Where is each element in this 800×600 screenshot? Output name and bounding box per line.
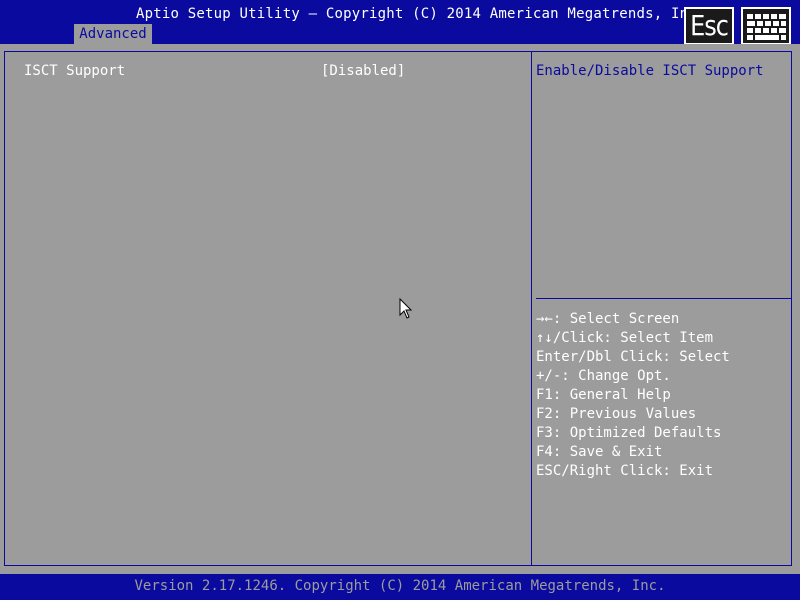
keyboard-icon-graphic [747, 14, 786, 40]
esc-icon-label: Esc [690, 9, 729, 43]
bios-setup-screen: Aptio Setup Utility – Copyright (C) 2014… [0, 0, 800, 600]
help-divider [536, 298, 791, 299]
tab-advanced[interactable]: Advanced [74, 24, 152, 44]
key-legend-item: F1: General Help [536, 387, 671, 403]
key-legend: →←: Select Screen ↑↓/Click: Select Item … [536, 310, 730, 481]
keyboard-icon[interactable] [741, 7, 791, 45]
setting-label: ISCT Support [24, 63, 126, 79]
setting-value[interactable]: [Disabled] [321, 63, 405, 80]
main-frame [4, 51, 792, 566]
footer-bar: Version 2.17.1246. Copyright (C) 2014 Am… [0, 574, 800, 600]
mouse-pointer-icon [399, 298, 413, 319]
version-text: Version 2.17.1246. Copyright (C) 2014 Am… [134, 578, 666, 594]
key-legend-item: F4: Save & Exit [536, 444, 663, 460]
help-description: Enable/Disable ISCT Support [536, 63, 764, 79]
key-legend-item: +/-: Change Opt. [536, 368, 671, 384]
key-legend-item: Enter/Dbl Click: Select [536, 349, 730, 365]
esc-icon[interactable]: Esc [684, 7, 734, 45]
setting-row-isct-support[interactable]: ISCT Support [Disabled] [24, 63, 504, 81]
key-legend-item: ↑↓/Click: Select Item [536, 330, 714, 346]
key-legend-item: F3: Optimized Defaults [536, 425, 722, 441]
panel-divider [531, 51, 532, 566]
key-legend-item: →←: Select Screen [536, 311, 680, 327]
key-legend-item: F2: Previous Values [536, 406, 697, 422]
key-legend-item: ESC/Right Click: Exit [536, 463, 714, 479]
main-panel: ISCT Support [Disabled] Enable/Disable I… [0, 44, 800, 574]
app-title: Aptio Setup Utility – Copyright (C) 2014… [136, 6, 706, 22]
title-bar: Aptio Setup Utility – Copyright (C) 2014… [0, 0, 800, 45]
